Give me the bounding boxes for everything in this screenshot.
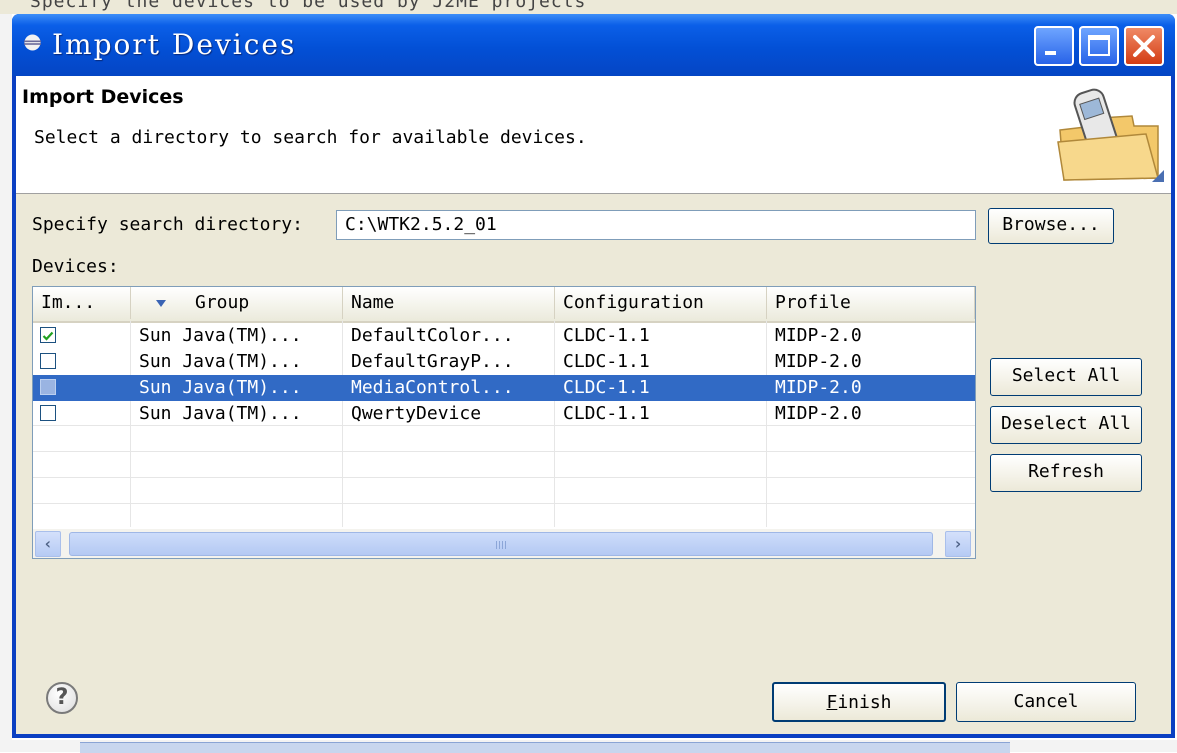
wizard-header: Import Devices Select a directory to sea… <box>16 76 1171 194</box>
import-checkbox[interactable] <box>40 405 56 421</box>
sort-descending-icon <box>156 300 166 307</box>
title-bar[interactable]: Import Devices <box>12 14 1175 76</box>
cell-configuration: CLDC-1.1 <box>563 377 650 398</box>
column-header-group-label: Group <box>195 292 250 313</box>
cell-profile: MIDP-2.0 <box>775 377 862 398</box>
table-row[interactable]: Sun Java(TM)... MediaControl... CLDC-1.1 MI… <box>33 375 975 401</box>
row-divider <box>33 503 975 504</box>
cell-group: Sun Java(TM)... <box>139 351 302 372</box>
window-title: Import Devices <box>52 28 297 61</box>
close-button[interactable] <box>1124 26 1164 66</box>
column-header-import[interactable]: Im... <box>33 287 131 319</box>
horizontal-scrollbar[interactable]: ‹ › <box>33 529 975 558</box>
cell-profile: MIDP-2.0 <box>775 403 862 424</box>
maximize-icon <box>1088 35 1110 56</box>
minimize-icon <box>1045 51 1056 55</box>
import-devices-dialog: Import Devices Import Devices Select a d… <box>12 14 1175 738</box>
cell-name: DefaultColor... <box>351 325 514 346</box>
background-window-strip: Specify the devices to be used by J2ME p… <box>0 0 1177 14</box>
cancel-button[interactable]: Cancel <box>956 682 1136 722</box>
cell-name: DefaultGrayP... <box>351 351 514 372</box>
row-divider <box>33 451 975 452</box>
browse-button[interactable]: Browse... <box>988 208 1114 244</box>
chevron-right-icon: › <box>953 534 963 553</box>
select-all-button[interactable]: Select All <box>990 358 1142 396</box>
table-header: Im... Group Name Configuration Profile <box>33 287 975 323</box>
scrollbar-thumb[interactable] <box>69 532 933 556</box>
background-text: Specify the devices to be used by J2ME p… <box>30 0 587 12</box>
chevron-left-icon: ‹ <box>43 534 53 553</box>
maximize-button[interactable] <box>1079 26 1119 66</box>
cell-group: Sun Java(TM)... <box>139 325 302 346</box>
cell-group: Sun Java(TM)... <box>139 377 302 398</box>
scroll-right-button[interactable]: › <box>945 531 971 557</box>
cell-profile: MIDP-2.0 <box>775 325 862 346</box>
table-row[interactable]: Sun Java(TM)... QwertyDevice CLDC-1.1 MIDP-… <box>33 401 975 427</box>
device-folder-icon <box>1057 88 1164 182</box>
column-header-group[interactable]: Group <box>131 287 343 319</box>
minimize-button[interactable] <box>1034 26 1074 66</box>
cell-group: Sun Java(TM)... <box>139 403 302 424</box>
import-checkbox[interactable] <box>40 379 56 395</box>
finish-mnemonic: F <box>826 692 838 713</box>
row-divider <box>33 477 975 478</box>
dialog-body: Import Devices Select a directory to sea… <box>16 76 1171 734</box>
cell-name: QwertyDevice <box>351 403 482 424</box>
column-header-profile[interactable]: Profile <box>767 287 975 319</box>
column-header-configuration[interactable]: Configuration <box>555 287 767 319</box>
page-description: Select a directory to search for availab… <box>34 127 587 148</box>
devices-table[interactable]: Im... Group Name Configuration Profile S… <box>32 286 976 559</box>
table-row[interactable]: Sun Java(TM)... DefaultGrayP... CLDC-1.1 MI… <box>33 349 975 375</box>
devices-label: Devices: <box>32 256 119 277</box>
close-icon <box>1133 35 1155 57</box>
import-checkbox[interactable] <box>40 327 56 343</box>
import-checkbox[interactable] <box>40 353 56 369</box>
eclipse-icon <box>24 34 41 51</box>
search-directory-input[interactable]: C:\WTK2.5.2_01 <box>336 210 976 240</box>
background-scrollbar <box>80 742 1010 753</box>
cell-configuration: CLDC-1.1 <box>563 403 650 424</box>
help-icon[interactable]: ? <box>46 682 78 714</box>
column-header-name[interactable]: Name <box>343 287 555 319</box>
cell-configuration: CLDC-1.1 <box>563 351 650 372</box>
grip-icon <box>496 541 508 549</box>
checkmark-icon <box>42 331 54 341</box>
search-directory-label: Specify search directory: <box>32 214 303 235</box>
cell-configuration: CLDC-1.1 <box>563 325 650 346</box>
table-row[interactable]: Sun Java(TM)... DefaultColor... CLDC-1.1 MI… <box>33 323 975 349</box>
deselect-all-button[interactable]: Deselect All <box>990 406 1142 444</box>
refresh-button[interactable]: Refresh <box>990 454 1142 492</box>
finish-label: inish <box>837 692 892 713</box>
cell-profile: MIDP-2.0 <box>775 351 862 372</box>
scroll-left-button[interactable]: ‹ <box>35 531 61 557</box>
cell-name: MediaControl... <box>351 377 514 398</box>
finish-button[interactable]: Finish <box>772 682 946 722</box>
page-title: Import Devices <box>22 86 184 108</box>
background-window-left <box>0 14 12 752</box>
